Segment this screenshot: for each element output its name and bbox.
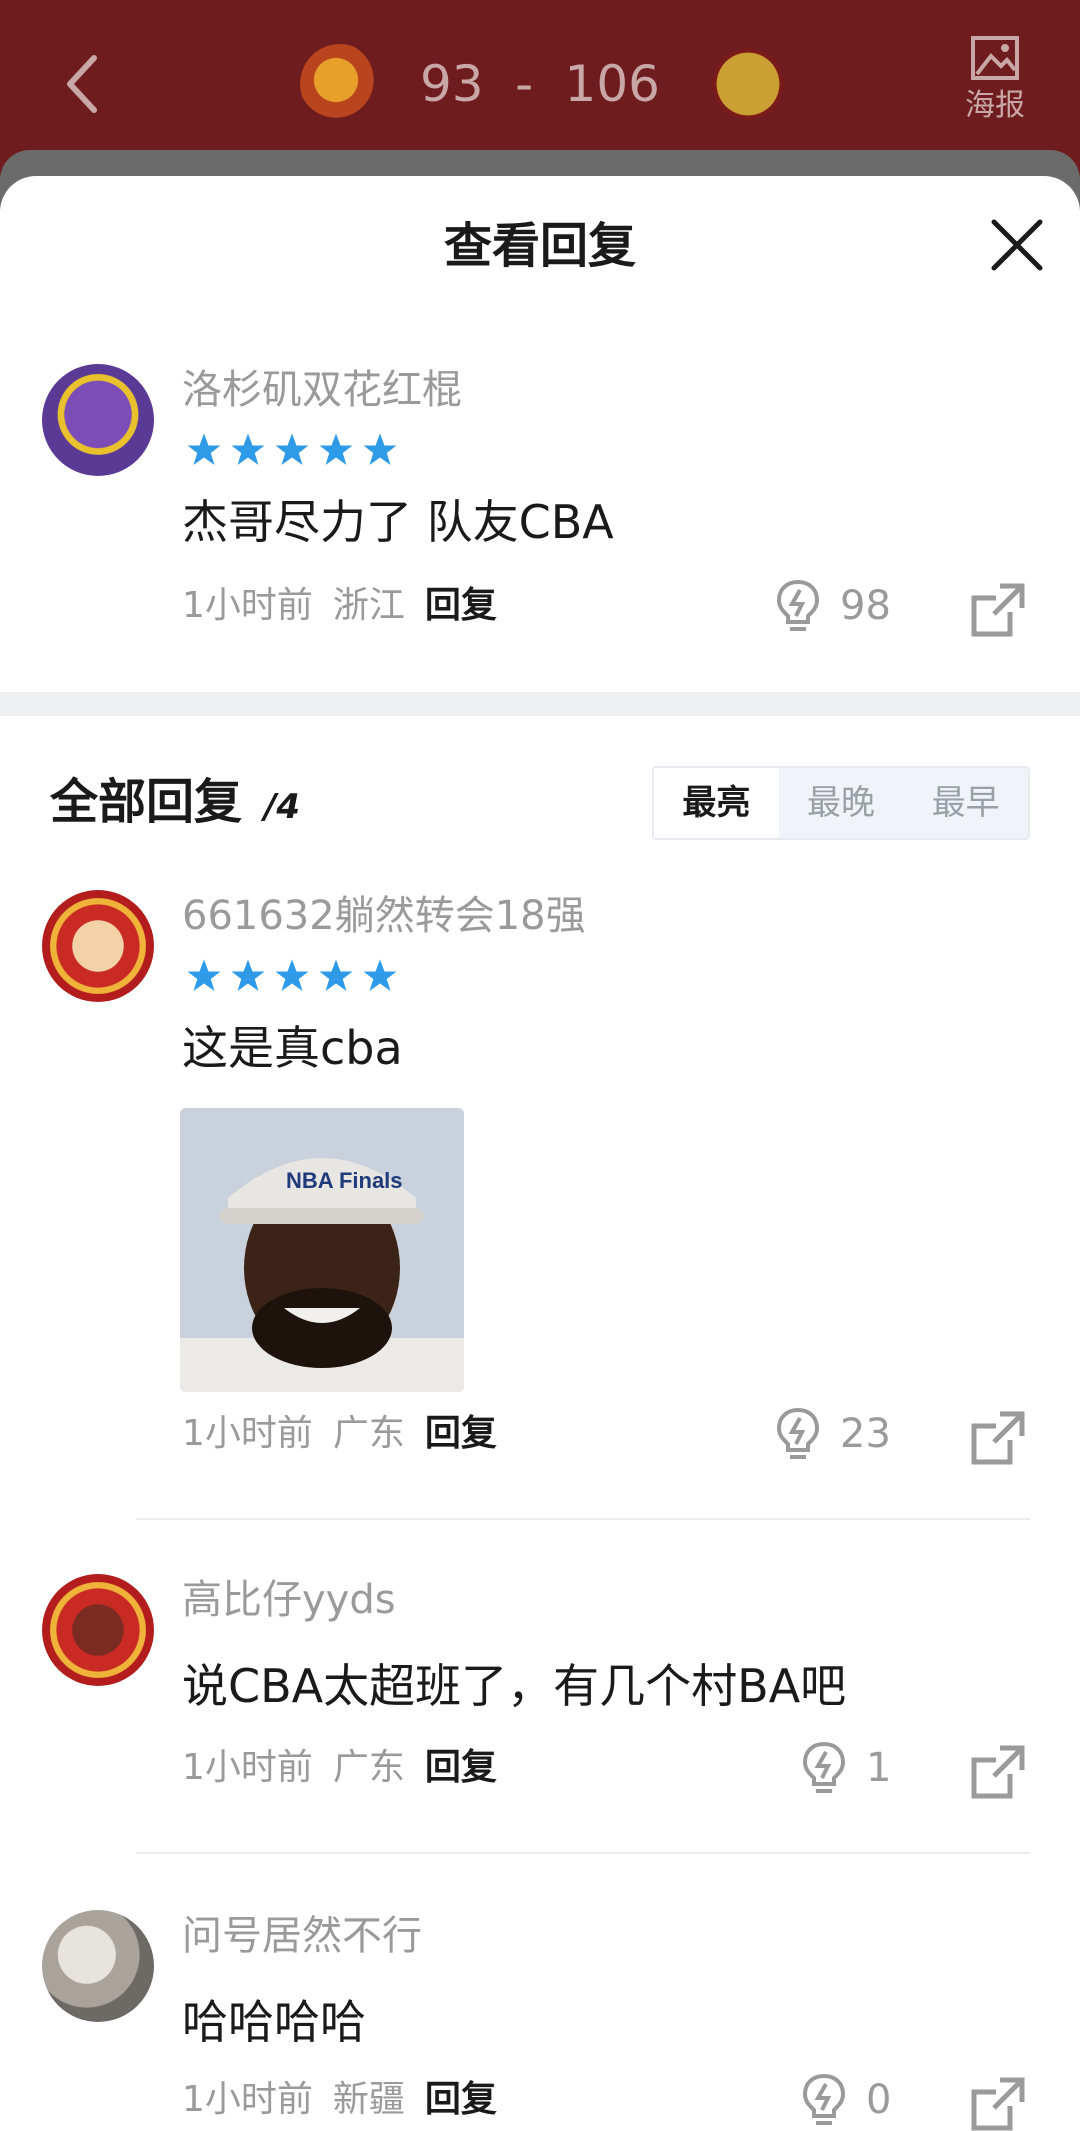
divider [136,1518,1030,1520]
reply-button[interactable]: 回复 [425,1410,497,1458]
sort-tab-hottest[interactable]: 最亮 [654,768,779,838]
star-icon [231,433,265,465]
divider [136,1852,1030,1854]
section-separator [0,692,1080,716]
star-icon [275,959,309,991]
lightbulb-icon [802,1741,846,1793]
lightbulb-icon [776,1407,820,1459]
like-button[interactable]: 23 [774,1406,891,1462]
avatar[interactable] [42,364,154,476]
back-arrow-icon[interactable] [60,52,104,116]
comment-location: 浙江 [332,585,405,626]
like-button[interactable]: 98 [774,578,891,634]
score-display: 93 - 106 [420,52,660,116]
reply-text: 这是真cba [182,1021,403,1075]
sort-tabs: 最亮 最晚 最早 [652,766,1030,840]
star-icon [319,959,353,991]
share-icon[interactable] [970,1410,1026,1466]
reply-username[interactable]: 问号居然不行 [182,1910,422,1962]
poster-label: 海报 [965,88,1025,123]
reply-image-caption: NBA Finals [286,1168,403,1193]
comment-username[interactable]: 洛杉矶双花红棍 [182,364,462,416]
away-team-logo [708,44,788,124]
reply-text: 哈哈哈哈 [182,1995,366,2049]
reply-count: /4 [264,787,301,827]
all-replies-header: 全部回复 /4 [50,770,300,839]
star-icon [231,959,265,991]
rating-stars [186,958,398,994]
comment-text: 杰哥尽力了 队友CBA [182,495,614,549]
star-icon [363,959,397,991]
share-icon[interactable] [970,1744,1026,1800]
reply-username[interactable]: 661632躺然转会18强 [182,890,586,942]
reply-meta: 1小时前 广东 回复 [182,1410,497,1458]
star-icon [363,433,397,465]
reply-time: 1小时前 [182,1747,313,1788]
reply-image[interactable]: NBA Finals [180,1108,464,1392]
reply-button[interactable]: 回复 [425,1744,497,1792]
share-icon[interactable] [970,582,1026,638]
rating-stars [186,432,398,468]
reply-username[interactable]: 高比仔yyds [182,1574,396,1626]
sort-tab-earliest[interactable]: 最早 [903,768,1028,838]
avatar[interactable] [42,890,154,1002]
like-count: 23 [840,1411,891,1457]
lightbulb-icon [802,2073,846,2125]
comment-time: 1小时前 [182,585,313,626]
like-button[interactable]: 1 [800,1740,891,1796]
like-count: 98 [840,583,891,629]
star-icon [319,433,353,465]
sort-tab-latest[interactable]: 最晚 [779,768,904,838]
reply-button[interactable]: 回复 [425,582,497,630]
main-comment: 洛杉矶双花红棍 杰哥尽力了 队友CBA 1小时前 浙江 回复 98 [0,176,1080,676]
reply-text: 说CBA太超班了，有几个村BA吧 [182,1659,847,1713]
poster-icon [971,36,1019,80]
away-score: 106 [564,55,660,113]
avatar[interactable] [42,1910,154,2022]
star-icon [275,433,309,465]
comment-meta: 1小时前 浙江 回复 [182,582,497,630]
reply-location: 广东 [332,1413,405,1454]
reply-time: 1小时前 [182,2079,313,2120]
poster-button[interactable]: 海报 [954,30,1036,130]
share-icon[interactable] [970,2076,1026,2131]
star-icon [187,959,221,991]
home-team-logo [300,44,380,124]
home-score: 93 [420,55,484,113]
like-count: 1 [866,1745,892,1791]
reply-time: 1小时前 [182,1413,313,1454]
reply-meta: 1小时前 广东 回复 [182,1744,497,1792]
reply-image-graphic: NBA Finals [180,1108,464,1392]
replies-sheet: 查看回复 洛杉矶双花红棍 杰哥尽力了 队友CBA 1小时前 浙江 回复 98 全… [0,176,1080,2131]
reply-meta: 1小时前 新疆 回复 [182,2076,497,2124]
all-replies-title: 全部回复 [50,774,243,830]
like-button[interactable]: 0 [800,2072,891,2128]
reply-location: 新疆 [332,2079,405,2120]
score-separator: - [515,55,534,113]
reply-button[interactable]: 回复 [425,2076,497,2124]
reply-location: 广东 [332,1747,405,1788]
like-count: 0 [866,2077,892,2123]
avatar[interactable] [42,1574,154,1686]
lightbulb-icon [776,579,820,631]
star-icon [187,433,221,465]
